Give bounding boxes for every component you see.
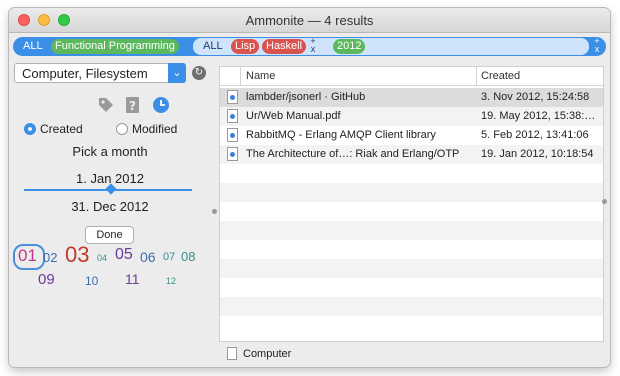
window-title: Ammonite — 4 results (245, 13, 374, 28)
pdf-file-icon (227, 109, 238, 123)
table-row[interactable]: Ur/Web Manual.pdf 19. May 2012, 15:38:… (220, 107, 603, 126)
month-06[interactable]: 06 (140, 249, 156, 265)
token-group2-add-remove[interactable]: + x (309, 37, 317, 54)
empty-row (220, 183, 603, 202)
column-divider[interactable] (476, 67, 477, 85)
token-bar-add-remove[interactable]: + x (593, 37, 601, 54)
row-name: RabbitMQ - Erlang AMQP Client library (246, 129, 436, 141)
token-lisp[interactable]: Lisp (231, 39, 260, 54)
empty-row (220, 240, 603, 259)
month-08[interactable]: 08 (181, 249, 195, 264)
location-select[interactable]: Computer, Filesystem ⌄ (14, 63, 186, 83)
empty-row (220, 297, 603, 316)
date-range-slider[interactable] (24, 183, 192, 195)
table-header: Name Created (220, 67, 603, 86)
clock-icon[interactable] (152, 96, 170, 114)
done-button[interactable]: Done (85, 226, 134, 244)
month-03[interactable]: 03 (65, 242, 89, 268)
token-group-all-label[interactable]: ALL (23, 38, 43, 55)
empty-row (220, 164, 603, 183)
month-09[interactable]: 09 (38, 271, 55, 288)
month-05[interactable]: 05 (115, 246, 133, 264)
row-created: 19. May 2012, 15:38:… (481, 110, 596, 122)
modified-radio-label: Modified (132, 122, 178, 136)
month-02[interactable]: 02 (43, 250, 57, 265)
month-11[interactable]: 11 (125, 271, 140, 287)
filter-token-bar[interactable]: ALL Functional Programming ALL Lisp Hask… (13, 37, 606, 56)
month-04[interactable]: 04 (97, 253, 107, 263)
empty-row (220, 278, 603, 297)
computer-icon (227, 347, 237, 360)
chevron-down-icon[interactable]: ⌄ (168, 63, 186, 83)
empty-row (220, 221, 603, 240)
row-created: 5. Feb 2012, 13:41:06 (481, 129, 589, 141)
table-row[interactable]: The Architecture of…: Riak and Erlang/OT… (220, 145, 603, 164)
token-group2-all-label[interactable]: ALL (203, 38, 223, 55)
status-path: Computer (243, 348, 292, 360)
column-header-created[interactable]: Created (481, 70, 520, 82)
row-name: The Architecture of…: Riak and Erlang/OT… (246, 148, 460, 160)
modified-radio-button[interactable] (116, 123, 128, 135)
web-page-icon (227, 90, 238, 104)
empty-row (220, 202, 603, 221)
title-bar: Ammonite — 4 results (9, 8, 610, 33)
row-created: 3. Nov 2012, 15:24:58 (481, 91, 590, 103)
table-resize-handle[interactable] (602, 199, 607, 204)
created-radio[interactable]: Created (24, 122, 83, 136)
modified-radio[interactable]: Modified (116, 122, 177, 136)
month-07[interactable]: 07 (163, 251, 175, 263)
unknown-kind-icon[interactable]: ? (125, 96, 141, 114)
column-divider (240, 67, 241, 85)
month-12[interactable]: 12 (166, 276, 176, 286)
row-created: 19. Jan 2012, 10:18:54 (481, 148, 594, 160)
month-01[interactable]: 01 (18, 246, 37, 266)
created-radio-label: Created (40, 122, 83, 136)
token-2012[interactable]: 2012 (333, 39, 366, 54)
empty-row (220, 316, 603, 335)
svg-text:?: ? (129, 99, 136, 113)
row-name: lambder/jsonerl · GitHub (246, 91, 366, 103)
pane-splitter-handle[interactable] (212, 209, 217, 214)
column-header-name[interactable]: Name (246, 70, 275, 82)
sidebar: Computer, Filesystem ⌄ ↻ ? Created Modif… (9, 60, 211, 367)
web-page-icon (227, 128, 238, 142)
tag-icon[interactable] (97, 96, 115, 114)
app-window: Ammonite — 4 results ALL Functional Prog… (9, 8, 610, 367)
table-row[interactable]: RabbitMQ - Erlang AMQP Client library 5.… (220, 126, 603, 145)
table-row[interactable]: lambder/jsonerl · GitHub 3. Nov 2012, 15… (220, 88, 603, 107)
refresh-icon[interactable]: ↻ (192, 66, 206, 80)
remove-token-icon[interactable]: x (311, 44, 316, 54)
row-name: Ur/Web Manual.pdf (246, 110, 341, 122)
month-10[interactable]: 10 (85, 274, 98, 288)
end-date[interactable]: 31. Dec 2012 (9, 199, 211, 214)
web-page-icon (227, 147, 238, 161)
remove-filter-icon[interactable]: x (595, 44, 600, 54)
created-radio-button[interactable] (24, 123, 36, 135)
token-functional-programming[interactable]: Functional Programming (51, 39, 179, 54)
results-table: Name Created lambder/jsonerl · GitHub 3.… (219, 66, 604, 342)
location-select-value: Computer, Filesystem (22, 66, 148, 81)
token-haskell[interactable]: Haskell (262, 39, 307, 54)
empty-row (220, 259, 603, 278)
pick-month-heading: Pick a month (72, 144, 148, 159)
